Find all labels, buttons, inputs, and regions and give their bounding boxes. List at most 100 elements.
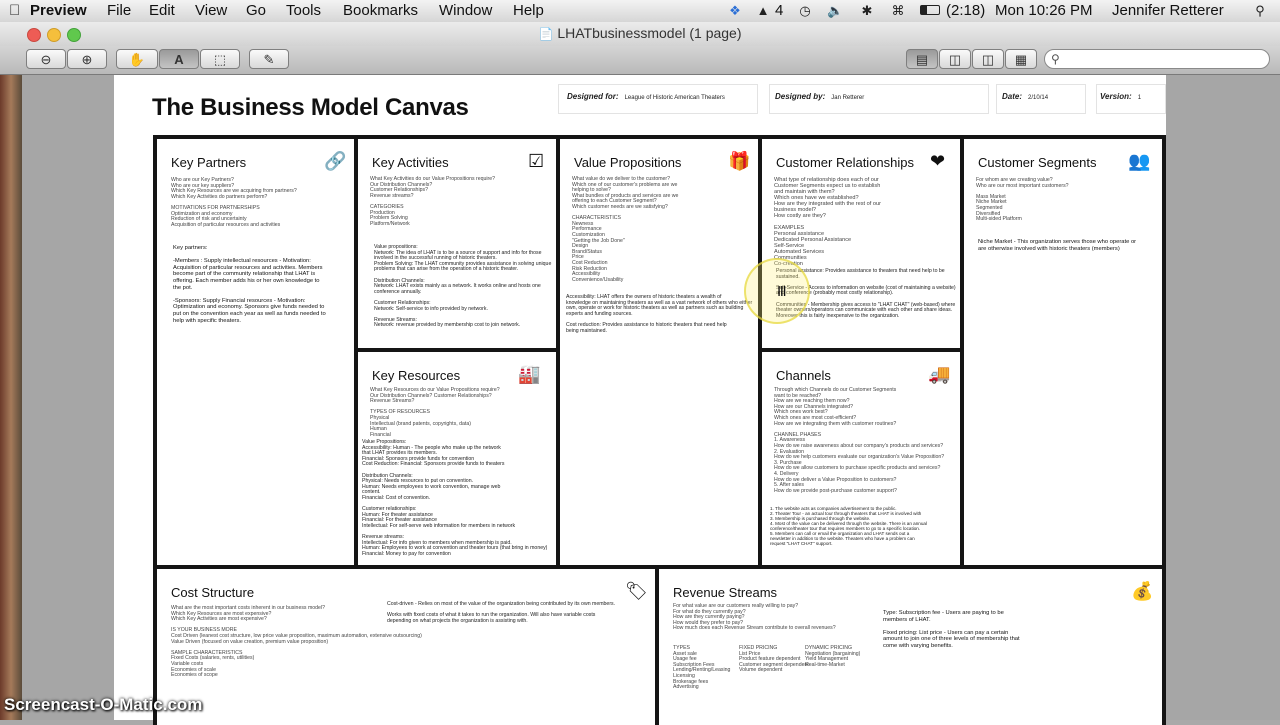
money-bag-icon: 💰: [1131, 581, 1154, 601]
window-title: 📄 LHATbusinessmodel (1 page): [0, 25, 1280, 41]
menu-file[interactable]: File: [107, 2, 131, 20]
menu-edit[interactable]: Edit: [149, 2, 175, 20]
key-partners-cell: Key Partners 🔗 Who are our Key Partners?…: [157, 139, 354, 565]
cost-structure-notes: Cost-driven - Relies on most of the valu…: [387, 601, 616, 624]
factory-icon: 🏭: [518, 364, 541, 384]
designed-by-box: Designed by: Jan Retterer: [769, 84, 989, 114]
spotlight-icon[interactable]: ⚲: [1252, 3, 1268, 18]
menu-view[interactable]: View: [195, 2, 227, 20]
revenue-streams-notes: Type: Subscription fee - Users are payin…: [883, 610, 1020, 649]
menu-go[interactable]: Go: [246, 2, 266, 20]
battery-icon[interactable]: [920, 5, 940, 15]
key-activities-title: Key Activities: [372, 155, 449, 170]
menu-window[interactable]: Window: [439, 2, 492, 20]
revenue-streams-cell: Revenue Streams 💰 For what value are our…: [659, 569, 1162, 725]
volume-icon[interactable]: 🔈: [827, 3, 843, 18]
designed-for-box: Designed for: League of Historic American…: [558, 84, 758, 114]
people-icon: 👥: [1128, 151, 1151, 171]
key-activities-prompts: What Key Activities do our Value Proposi…: [370, 176, 496, 227]
zoom-in-icon: ⊕: [81, 52, 93, 67]
key-activities-notes: Value propositions: Network: The idea of…: [374, 244, 552, 329]
cost-structure-cell: Cost Structure 🏷 What are the most impor…: [157, 569, 655, 725]
heart-icon: ❤: [930, 151, 946, 171]
channels-notes: 1. The website acts as companies adverti…: [770, 506, 927, 546]
checkbox-icon: ☑: [528, 151, 545, 171]
zoom-out-icon: ⊖: [40, 52, 52, 67]
hand-icon: ✋: [128, 52, 146, 67]
value-propositions-prompts: What value do we deliver to the customer…: [572, 176, 679, 283]
annotate-button[interactable]: ✎: [249, 49, 289, 69]
key-partners-notes: Key partners: -Members : Supply intellec…: [173, 245, 326, 324]
revenue-types: TYPES Asset sale Usage fee Subscription …: [673, 645, 731, 691]
customer-relationships-prompts: What type of relationship does each of o…: [774, 177, 881, 267]
thumbnails-view-button[interactable]: ◫: [939, 49, 971, 69]
bluetooth-icon[interactable]: ✱: [859, 3, 875, 18]
menu-bar:  Preview File Edit View Go Tools Bookma…: [0, 0, 1280, 23]
window-title-bar: 📄 LHATbusinessmodel (1 page): [0, 22, 1280, 46]
cost-structure-title: Cost Structure: [171, 585, 255, 600]
contact-sheet-icon: ▦: [1014, 52, 1028, 67]
version-box: Version: 1: [1096, 84, 1166, 114]
adobe-icon[interactable]: ▲: [755, 3, 771, 18]
move-tool-button[interactable]: ✋: [116, 49, 158, 69]
thumbnails-icon: ◫: [948, 52, 962, 67]
pdf-document-icon: 📄: [538, 27, 554, 41]
designed-by-label: Designed by:: [775, 92, 826, 101]
revenue-dynamic-pricing: DYNAMIC PRICING Negotiation (bargaining)…: [805, 645, 861, 668]
version-value: 1: [1137, 95, 1142, 101]
key-partners-prompts: Who are our Key Partners? Who are our ke…: [171, 177, 297, 228]
search-input[interactable]: ⚲: [1044, 49, 1270, 69]
rect-select-tool-button[interactable]: ⬚: [200, 49, 240, 69]
document-area[interactable]: The Business Model Canvas Designed for: L…: [0, 75, 1280, 725]
revenue-streams-title: Revenue Streams: [673, 585, 778, 600]
key-resources-cell: Key Resources 🏭 What Key Resources do ou…: [358, 352, 556, 565]
menu-help[interactable]: Help: [513, 2, 544, 20]
menu-tools[interactable]: Tools: [286, 2, 321, 20]
channels-prompts: Through which Channels do our Customer S…: [774, 387, 945, 494]
canvas-title: The Business Model Canvas: [152, 94, 469, 121]
clock[interactable]: Mon 10:26 PM: [995, 2, 1093, 20]
zoom-in-button[interactable]: ⊕: [67, 49, 107, 69]
customer-relationships-title: Customer Relationships: [776, 155, 915, 170]
dropbox-icon[interactable]: ❖: [727, 3, 743, 18]
version-label: Version:: [1100, 92, 1132, 101]
customer-segments-cell: Customer Segments 👥 For whom are we crea…: [964, 139, 1162, 565]
apple-menu-icon[interactable]: : [9, 2, 20, 20]
toc-icon: ◫: [981, 52, 995, 67]
text-cursor-icon: Ⅲ: [777, 283, 787, 299]
key-partners-title: Key Partners: [171, 155, 247, 170]
menu-bookmarks[interactable]: Bookmarks: [343, 2, 418, 20]
value-propositions-cell: Value Propositions 🎁 What value do we de…: [560, 139, 758, 565]
channels-cell: Channels 🚚 Through which Channels do our…: [762, 352, 960, 565]
designed-for-label: Designed for:: [567, 92, 619, 101]
toc-view-button[interactable]: ◫: [972, 49, 1004, 69]
content-only-icon: ▤: [915, 52, 929, 67]
menu-app-preview[interactable]: Preview: [30, 2, 87, 20]
value-propositions-notes: Accessibility: LHAT offers the owners of…: [566, 294, 753, 334]
cost-structure-prompts: What are the most important costs inhere…: [171, 605, 422, 679]
designed-for-value: League of Historic American Theaters: [624, 95, 725, 101]
revenue-fixed-pricing: FIXED PRICING List Price Product feature…: [739, 645, 809, 674]
search-icon: ⚲: [1051, 52, 1060, 66]
channels-title: Channels: [776, 368, 831, 383]
text-select-tool-button[interactable]: A: [159, 49, 199, 69]
contact-sheet-view-button[interactable]: ▦: [1005, 49, 1037, 69]
wifi-icon[interactable]: ⌘: [890, 3, 906, 18]
toolbar: ⊖ ⊕ ✋ A ⬚ ✎ ▤ ◫ ◫ ▦ ⚲: [0, 46, 1280, 75]
user-name[interactable]: Jennifer Retterer: [1112, 2, 1224, 20]
screencast-watermark: Screencast-O-Matic.com: [4, 695, 203, 714]
time-machine-icon[interactable]: ◷: [797, 3, 813, 18]
key-resources-title: Key Resources: [372, 368, 461, 383]
value-propositions-title: Value Propositions: [574, 155, 682, 170]
date-box: Date: 2/10/14: [996, 84, 1086, 114]
designed-by-value: Jan Retterer: [831, 95, 865, 101]
customer-segments-notes: Niche Market - This organization serves …: [978, 239, 1137, 252]
truck-icon: 🚚: [928, 364, 951, 384]
pdf-page[interactable]: The Business Model Canvas Designed for: L…: [114, 75, 1166, 725]
customer-segments-title: Customer Segments: [978, 155, 1097, 170]
zoom-out-button[interactable]: ⊖: [26, 49, 66, 69]
rect-select-icon: ⬚: [213, 52, 227, 67]
content-only-view-button[interactable]: ▤: [906, 49, 938, 69]
canvas-grid: Key Partners 🔗 Who are our Key Partners?…: [153, 135, 1166, 725]
link-icon: 🔗: [324, 151, 347, 171]
